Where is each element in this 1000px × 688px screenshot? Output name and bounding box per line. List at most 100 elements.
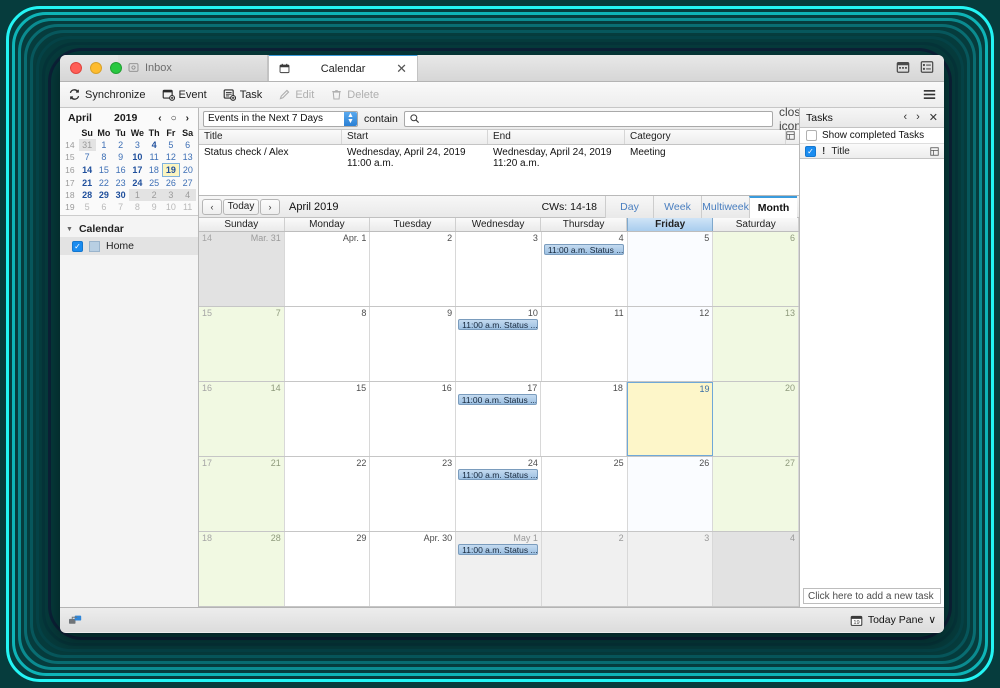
mini-day-cell[interactable]: 19: [162, 163, 180, 177]
day-cell[interactable]: 22: [284, 457, 371, 531]
day-cell[interactable]: 8: [284, 307, 371, 381]
mini-day-cell[interactable]: 16: [112, 164, 129, 177]
new-event-button[interactable]: Event: [162, 88, 207, 101]
day-cell[interactable]: 24 11:00 a.m. Status ...: [456, 457, 542, 531]
weekday-header-friday[interactable]: Friday: [626, 218, 714, 231]
close-icon[interactable]: close-icon: [779, 105, 811, 133]
view-tab-week[interactable]: Week: [653, 195, 701, 218]
mini-day-cell[interactable]: 2: [145, 189, 163, 201]
event-chip[interactable]: 11:00 a.m. Status ...: [458, 319, 538, 330]
mini-week-number[interactable]: 16: [62, 164, 79, 177]
mini-day-cell[interactable]: 5: [163, 139, 180, 151]
mini-day-cell[interactable]: 25: [146, 177, 163, 190]
mini-day-cell[interactable]: 24: [129, 177, 146, 190]
event-chip[interactable]: 11:00 a.m. Status ...: [458, 544, 538, 555]
mini-day-cell[interactable]: 31: [78, 139, 96, 151]
mini-day-cell[interactable]: 5: [79, 201, 96, 213]
filter-dropdown[interactable]: Events in the Next 7 Days ▲ ▼: [203, 110, 358, 127]
mini-day-cell[interactable]: 10: [163, 201, 180, 213]
tasks-view-icon[interactable]: [920, 60, 934, 74]
add-task-input[interactable]: Click here to add a new task: [803, 588, 941, 604]
day-cell[interactable]: 20: [713, 382, 800, 456]
day-cell[interactable]: 19: [626, 382, 714, 456]
day-cell[interactable]: Apr. 30: [370, 532, 457, 606]
mini-day-cell[interactable]: 27: [179, 177, 196, 190]
day-cell[interactable]: Apr. 1: [284, 232, 371, 306]
minimize-window-button[interactable]: [90, 62, 102, 74]
tasks-next-button[interactable]: ›: [916, 111, 920, 124]
tab-calendar[interactable]: Calendar ✕: [268, 55, 418, 81]
day-cell[interactable]: 5: [627, 232, 714, 306]
weekday-header-monday[interactable]: Monday: [285, 218, 371, 231]
mini-week-number[interactable]: 15: [62, 151, 79, 164]
show-completed-tasks-row[interactable]: ✓ Show completed Tasks: [800, 128, 944, 144]
column-header-category[interactable]: Category: [625, 130, 786, 144]
chevron-down-icon[interactable]: ▼: [66, 226, 73, 233]
day-cell[interactable]: 12: [627, 307, 714, 381]
maximize-window-button[interactable]: [110, 62, 122, 74]
mini-day-cell[interactable]: 20: [179, 164, 196, 177]
day-cell[interactable]: 17 21: [199, 457, 285, 531]
day-cell[interactable]: 18: [541, 382, 627, 456]
column-header-start[interactable]: Start: [342, 130, 488, 144]
event-chip[interactable]: 11:00 a.m. Status ...: [457, 394, 538, 405]
tasks-list[interactable]: [800, 159, 944, 588]
day-cell[interactable]: 26: [627, 457, 714, 531]
mini-day-cell[interactable]: 6: [179, 139, 196, 151]
tasks-column-header-title[interactable]: Title: [831, 146, 850, 157]
tab-inbox[interactable]: Inbox: [118, 55, 268, 81]
day-cell[interactable]: 2: [370, 232, 457, 306]
weekday-header-wednesday[interactable]: Wednesday: [456, 218, 542, 231]
mini-day-cell[interactable]: 1: [96, 139, 113, 151]
mini-day-cell[interactable]: 29: [96, 189, 113, 201]
day-cell[interactable]: 4: [713, 532, 800, 606]
day-cell[interactable]: May 1 11:00 a.m. Status ...: [456, 532, 542, 606]
search-input[interactable]: [403, 110, 773, 127]
day-cell[interactable]: 15: [284, 382, 371, 456]
weekday-header-thursday[interactable]: Thursday: [541, 218, 627, 231]
mini-day-cell[interactable]: 11: [146, 151, 163, 164]
close-icon[interactable]: ✕: [929, 111, 938, 124]
day-cell[interactable]: 6: [713, 232, 800, 306]
day-cell[interactable]: 29: [284, 532, 371, 606]
mini-day-cell[interactable]: 17: [129, 164, 146, 177]
mini-day-cell[interactable]: 9: [146, 201, 163, 213]
synchronize-button[interactable]: Synchronize: [68, 88, 146, 101]
mini-week-number[interactable]: 14: [62, 139, 79, 151]
show-completed-tasks-checkbox[interactable]: ✓: [806, 130, 817, 141]
priority-icon[interactable]: !: [822, 146, 825, 157]
day-cell[interactable]: 17 11:00 a.m. Status ...: [455, 382, 542, 456]
mini-day-cell[interactable]: 14: [79, 164, 96, 177]
day-cell[interactable]: 13: [713, 307, 800, 381]
mini-day-cell[interactable]: 7: [112, 201, 129, 213]
view-tab-multiweek[interactable]: Multiweek: [701, 195, 749, 218]
weekday-header-sunday[interactable]: Sunday: [199, 218, 285, 231]
edit-button[interactable]: Edit: [278, 88, 314, 101]
today-pane-button[interactable]: 19 Today Pane ∨: [850, 614, 936, 627]
day-cell[interactable]: 2: [541, 532, 628, 606]
mini-day-cell[interactable]: 15: [96, 164, 113, 177]
day-cell[interactable]: 25: [541, 457, 628, 531]
column-picker-icon[interactable]: [930, 146, 939, 156]
mini-day-cell[interactable]: 21: [79, 177, 96, 190]
day-cell[interactable]: 16 14: [199, 382, 285, 456]
new-task-button[interactable]: Task: [223, 88, 262, 101]
mini-day-cell[interactable]: 13: [179, 151, 196, 164]
mini-day-cell[interactable]: 28: [79, 189, 96, 201]
tasks-select-all-checkbox[interactable]: ✓: [805, 145, 816, 157]
close-window-button[interactable]: [70, 62, 82, 74]
column-header-end[interactable]: End: [488, 130, 625, 144]
tasks-prev-button[interactable]: ‹: [903, 111, 907, 124]
mini-day-cell[interactable]: 11: [179, 201, 196, 213]
day-cell[interactable]: 27: [713, 457, 800, 531]
calendar-next-button[interactable]: ›: [260, 198, 280, 215]
day-cell[interactable]: 4 11:00 a.m. Status ...: [541, 232, 628, 306]
mini-day-cell[interactable]: 3: [129, 139, 146, 151]
mini-day-cell[interactable]: 3: [162, 189, 180, 201]
day-cell[interactable]: 14 Mar. 31: [199, 232, 285, 306]
calendar-list-section[interactable]: ▼ Calendar: [60, 221, 198, 237]
delete-button[interactable]: Delete: [330, 88, 379, 101]
calendar-prev-button[interactable]: ‹: [202, 198, 222, 215]
mini-day-cell[interactable]: 26: [163, 177, 180, 190]
day-cell[interactable]: 3: [456, 232, 542, 306]
